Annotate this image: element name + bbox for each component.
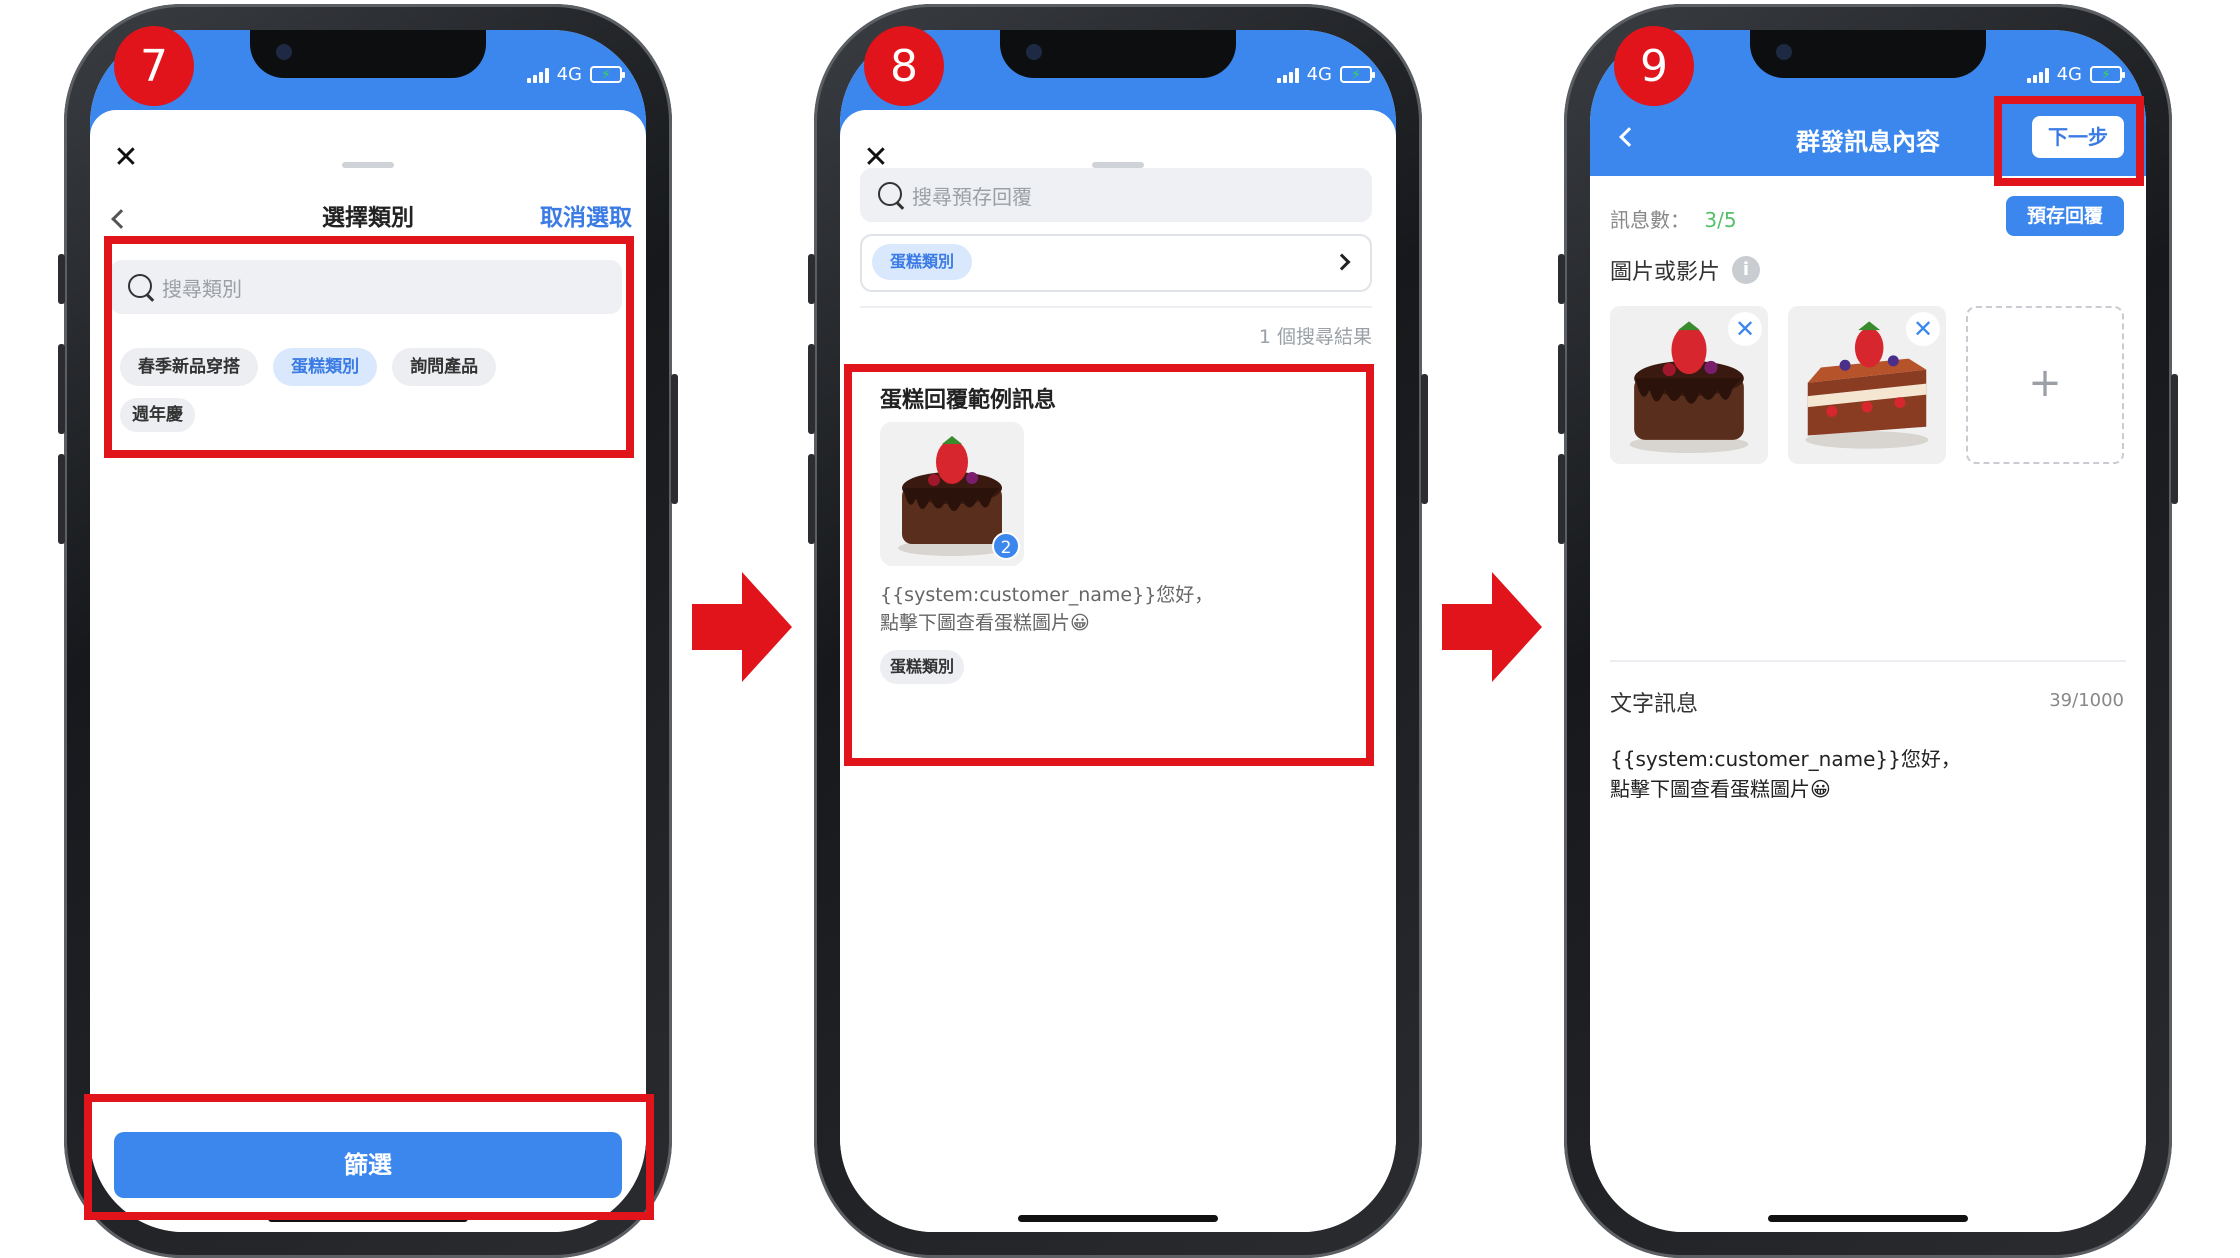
remove-image-icon[interactable]: ✕	[1906, 312, 1940, 346]
result-count: 1 個搜尋結果	[1258, 326, 1372, 348]
media-thumb-1[interactable]: ✕	[1610, 306, 1768, 464]
remove-image-icon[interactable]: ✕	[1728, 312, 1762, 346]
saved-reply-button[interactable]: 預存回覆	[2006, 196, 2124, 236]
filter-chip: 蛋糕類別	[872, 244, 973, 280]
highlight-filter-button	[84, 1094, 654, 1220]
close-icon[interactable]: ✕	[108, 140, 144, 176]
battery-icon: ⚡	[2090, 66, 2125, 83]
home-indicator	[1768, 1215, 1968, 1222]
media-thumb-2[interactable]: ✕	[1788, 306, 1946, 464]
screen-7: 4G ⚡ ✕ 選擇類別 取消選取 搜尋類別 春季新品穿搭 蛋糕類別 詢問產品 週…	[90, 30, 646, 1232]
home-indicator	[1018, 1215, 1218, 1222]
signal-icon	[1276, 67, 1299, 83]
message-count-value: 3/5	[1704, 208, 1737, 232]
message-content-form: 訊息數： 3/5 預存回覆 圖片或影片 i ✕ ✕ + 文字訊息 39/1000…	[1590, 176, 2146, 1232]
network-label: 4G	[1306, 64, 1332, 85]
step-badge: 8	[864, 26, 944, 106]
battery-icon: ⚡	[1340, 66, 1375, 83]
message-line-1: {{system:customer_name}}您好，	[1610, 747, 1961, 771]
arrow-right-icon	[692, 572, 792, 682]
add-media-button[interactable]: +	[1966, 306, 2124, 464]
media-label: 圖片或影片 i	[1610, 254, 1761, 286]
step-badge: 9	[1614, 26, 1694, 106]
category-filter-row[interactable]: 蛋糕類別	[860, 234, 1372, 292]
screen-9: 4G ⚡ 群發訊息內容 下一步 訊息數： 3/5 預存回覆 圖片或影片 i ✕ …	[1590, 30, 2146, 1232]
text-section-label: 文字訊息	[1610, 692, 1699, 717]
network-label: 4G	[2056, 64, 2082, 85]
info-icon[interactable]: i	[1732, 256, 1761, 284]
network-label: 4G	[556, 64, 582, 85]
saved-reply-search-input[interactable]: 搜尋預存回覆	[860, 168, 1372, 222]
media-label-text: 圖片或影片	[1610, 260, 1721, 285]
arrow-right-icon	[1442, 572, 1542, 682]
search-placeholder: 搜尋預存回覆	[912, 184, 1032, 209]
message-text-area[interactable]: {{system:customer_name}}您好， 點擊下圖查看蛋糕圖片😀	[1610, 744, 2126, 864]
phone-step-9: 4G ⚡ 群發訊息內容 下一步 訊息數： 3/5 預存回覆 圖片或影片 i ✕ …	[1558, 4, 2178, 1258]
message-count-label: 訊息數：	[1610, 208, 1690, 232]
chevron-right-icon	[1333, 253, 1351, 271]
highlight-search-area	[104, 236, 634, 458]
divider	[860, 306, 1372, 308]
message-line-2: 點擊下圖查看蛋糕圖片😀	[1610, 777, 1831, 801]
message-count: 訊息數： 3/5	[1610, 204, 1737, 233]
battery-icon: ⚡	[590, 66, 625, 83]
highlight-result-card	[844, 364, 1374, 766]
sheet-grabber[interactable]	[342, 162, 394, 168]
char-count: 39/1000	[2049, 690, 2124, 711]
step-badge: 7	[114, 26, 194, 106]
phone-step-8: 4G ⚡ ✕ 搜尋預存回覆 蛋糕類別 1 個搜尋結果 蛋糕回覆範例訊息 2 {{…	[808, 4, 1428, 1258]
divider	[1610, 660, 2126, 662]
signal-icon	[526, 67, 549, 83]
search-icon	[876, 180, 906, 210]
signal-icon	[2026, 67, 2049, 83]
highlight-next-button	[1994, 96, 2144, 186]
deselect-link[interactable]: 取消選取	[540, 198, 632, 232]
phone-step-7: 4G ⚡ ✕ 選擇類別 取消選取 搜尋類別 春季新品穿搭 蛋糕類別 詢問產品 週…	[58, 4, 678, 1258]
